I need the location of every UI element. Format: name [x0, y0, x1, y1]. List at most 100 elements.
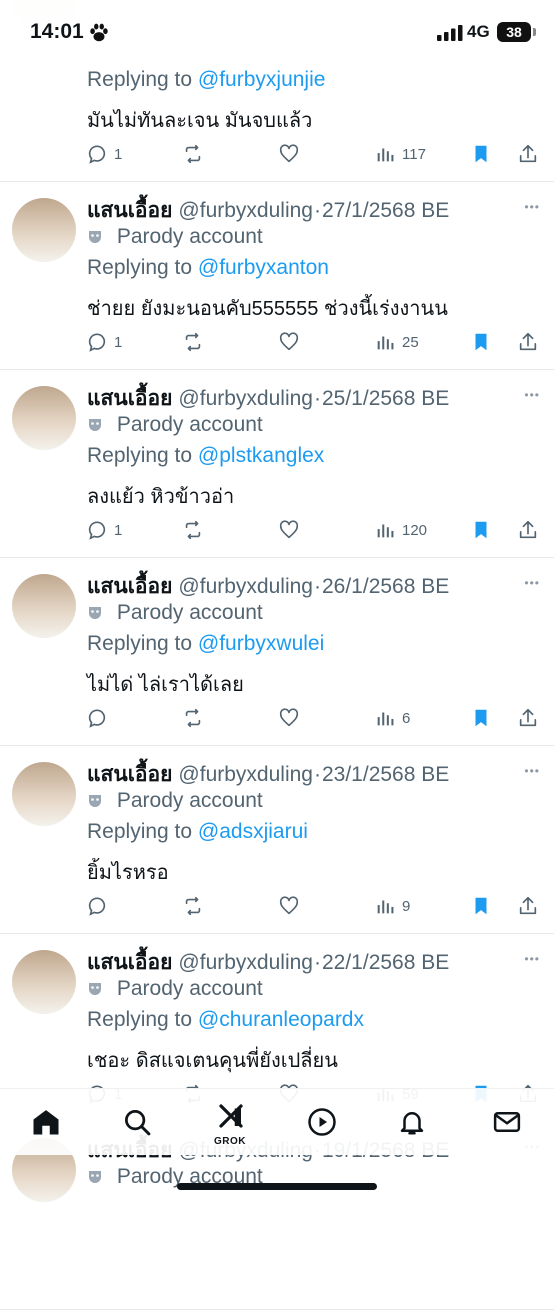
retweet-button[interactable]: [182, 704, 204, 732]
share-button[interactable]: [517, 516, 539, 544]
retweet-button[interactable]: [182, 892, 204, 920]
author-name[interactable]: แสนเอื้อย: [87, 763, 172, 786]
views-button[interactable]: 117: [374, 140, 426, 168]
retweet-button[interactable]: [182, 328, 204, 356]
views-button[interactable]: 25: [374, 328, 419, 356]
share-button[interactable]: [517, 328, 539, 356]
views-button[interactable]: 6: [374, 704, 410, 732]
like-button[interactable]: [278, 140, 300, 168]
tab-grok[interactable]: [214, 1099, 248, 1133]
retweet-icon: [185, 332, 201, 352]
author-handle[interactable]: @furbyxduling: [178, 199, 313, 222]
views-icon: [377, 712, 394, 726]
bookmark-button[interactable]: [470, 892, 492, 920]
separator-dot: ·: [313, 199, 321, 222]
bookmark-button[interactable]: [470, 328, 492, 356]
tab-explore[interactable]: [120, 1105, 154, 1139]
more-options-icon[interactable]: •••: [524, 200, 540, 214]
retweet-button[interactable]: [182, 140, 204, 168]
more-options-icon[interactable]: •••: [524, 576, 540, 590]
reply-handle-link[interactable]: @furbyxjunjie: [198, 68, 326, 91]
author-name[interactable]: แสนเอื้อย: [87, 951, 172, 974]
parody-mask-icon: [89, 983, 101, 995]
tweet-header: แสนเอื้อย @furbyxduling·22/1/2568 BE: [87, 946, 449, 979]
like-button[interactable]: [278, 328, 300, 356]
reply-button[interactable]: [86, 892, 114, 920]
heart-icon: [279, 520, 299, 539]
parody-text: Parody account: [116, 413, 263, 436]
tweet-text: มันไม่ทันละเจน มันจบแล้ว: [87, 110, 313, 132]
battery-nub: [533, 28, 536, 36]
reply-button[interactable]: 1: [86, 328, 122, 356]
views-count: 9: [402, 897, 411, 915]
reply-handle-link[interactable]: @furbyxwulei: [198, 632, 324, 655]
tweet[interactable]: แสนเอื้อย @furbyxduling·26/1/2568 BE ••• P…: [0, 558, 554, 746]
bookmark-button[interactable]: [470, 704, 492, 732]
reply-button[interactable]: 1: [86, 516, 122, 544]
avatar[interactable]: [12, 950, 76, 1014]
heart-icon: [279, 144, 299, 163]
avatar[interactable]: [12, 762, 76, 826]
author-name[interactable]: แสนเอื้อย: [87, 387, 172, 410]
network-type: 4G: [467, 22, 490, 41]
views-icon: [377, 336, 394, 350]
more-options-icon[interactable]: •••: [524, 388, 540, 402]
tweet-header: แสนเอื้อย @furbyxduling·25/1/2568 BE: [87, 382, 449, 415]
replying-to: Replying to @plstkanglex: [87, 444, 324, 468]
tab-home[interactable]: [29, 1105, 63, 1139]
heart-icon: [279, 708, 299, 727]
tweet[interactable]: แสนเอื้อย @furbyxduling·25/1/2568 BE ••• P…: [0, 370, 554, 558]
author-handle[interactable]: @furbyxduling: [178, 951, 313, 974]
home-indicator: [177, 1183, 377, 1190]
tweet[interactable]: แสนเอื้อย @furbyxduling·23/1/2568 BE ••• P…: [0, 746, 554, 934]
author-name[interactable]: แสนเอื้อย: [87, 575, 172, 598]
like-button[interactable]: [278, 892, 300, 920]
share-button[interactable]: [517, 704, 539, 732]
avatar[interactable]: [12, 198, 76, 262]
status-time: 14:01: [30, 20, 84, 43]
views-button[interactable]: 120: [374, 516, 427, 544]
share-button[interactable]: [517, 892, 539, 920]
search-icon: [125, 1110, 151, 1136]
more-options-icon[interactable]: •••: [524, 764, 540, 778]
views-icon: [377, 148, 394, 162]
share-icon: [519, 520, 537, 539]
bookmark-button[interactable]: [470, 140, 492, 168]
bookmark-button[interactable]: [470, 516, 492, 544]
author-handle[interactable]: @furbyxduling: [178, 575, 313, 598]
replying-to-label: Replying to: [87, 632, 198, 655]
replying-to-label: Replying to: [87, 444, 198, 467]
like-button[interactable]: [278, 704, 300, 732]
share-button[interactable]: [517, 140, 539, 168]
avatar[interactable]: [12, 574, 76, 638]
more-options-icon[interactable]: •••: [524, 952, 540, 966]
tweet-actions: 1 25: [86, 328, 546, 356]
signal-icon: [437, 25, 463, 41]
parody-mask-icon: [89, 1171, 101, 1183]
author-name[interactable]: แสนเอื้อย: [87, 199, 172, 222]
tab-media[interactable]: [305, 1105, 339, 1139]
reply-handle-link[interactable]: @furbyxanton: [198, 256, 329, 279]
like-button[interactable]: [278, 516, 300, 544]
tweet-text: ยิ้มไรหรอ: [87, 862, 169, 884]
heart-icon: [279, 896, 299, 915]
reply-button[interactable]: [86, 704, 114, 732]
tab-notifications[interactable]: [395, 1105, 429, 1139]
reply-button[interactable]: 1: [86, 140, 122, 168]
tweet-actions: 9: [86, 892, 546, 920]
bottom-tab-bar: GROK: [0, 1088, 554, 1155]
retweet-button[interactable]: [182, 516, 204, 544]
author-handle[interactable]: @furbyxduling: [178, 387, 313, 410]
tweet[interactable]: แสนเอื้อย @furbyxduling·27/1/2568 BE ••• P…: [0, 182, 554, 370]
reply-handle-link[interactable]: @churanleopardx: [198, 1008, 364, 1031]
tab-messages[interactable]: [490, 1105, 524, 1139]
views-button[interactable]: 9: [374, 892, 410, 920]
separator-dot: ·: [313, 575, 321, 598]
parody-label: Parody account: [87, 789, 263, 813]
tweet-date: 26/1/2568 BE: [321, 575, 450, 598]
author-handle[interactable]: @furbyxduling: [178, 763, 313, 786]
reply-handle-link[interactable]: @adsxjiarui: [198, 820, 308, 843]
reply-handle-link[interactable]: @plstkanglex: [198, 444, 324, 467]
avatar[interactable]: [12, 386, 76, 450]
parody-mask-icon: [89, 795, 101, 807]
